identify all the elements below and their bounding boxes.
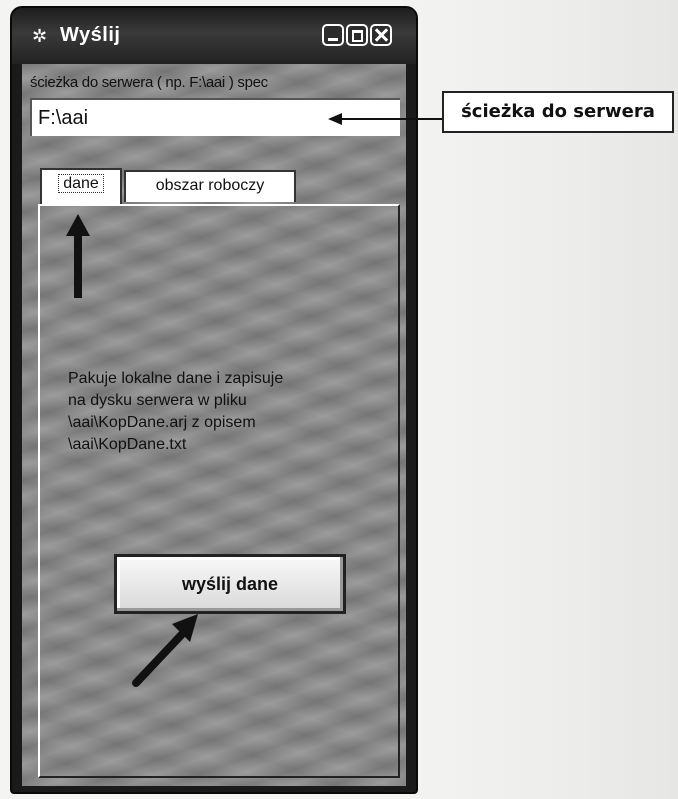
arrow-diagonal-icon — [132, 614, 198, 687]
arrow-up-icon — [66, 214, 90, 298]
callout-arrow-icon — [328, 113, 442, 125]
callout-label: ścieżka do serwera — [442, 91, 674, 133]
